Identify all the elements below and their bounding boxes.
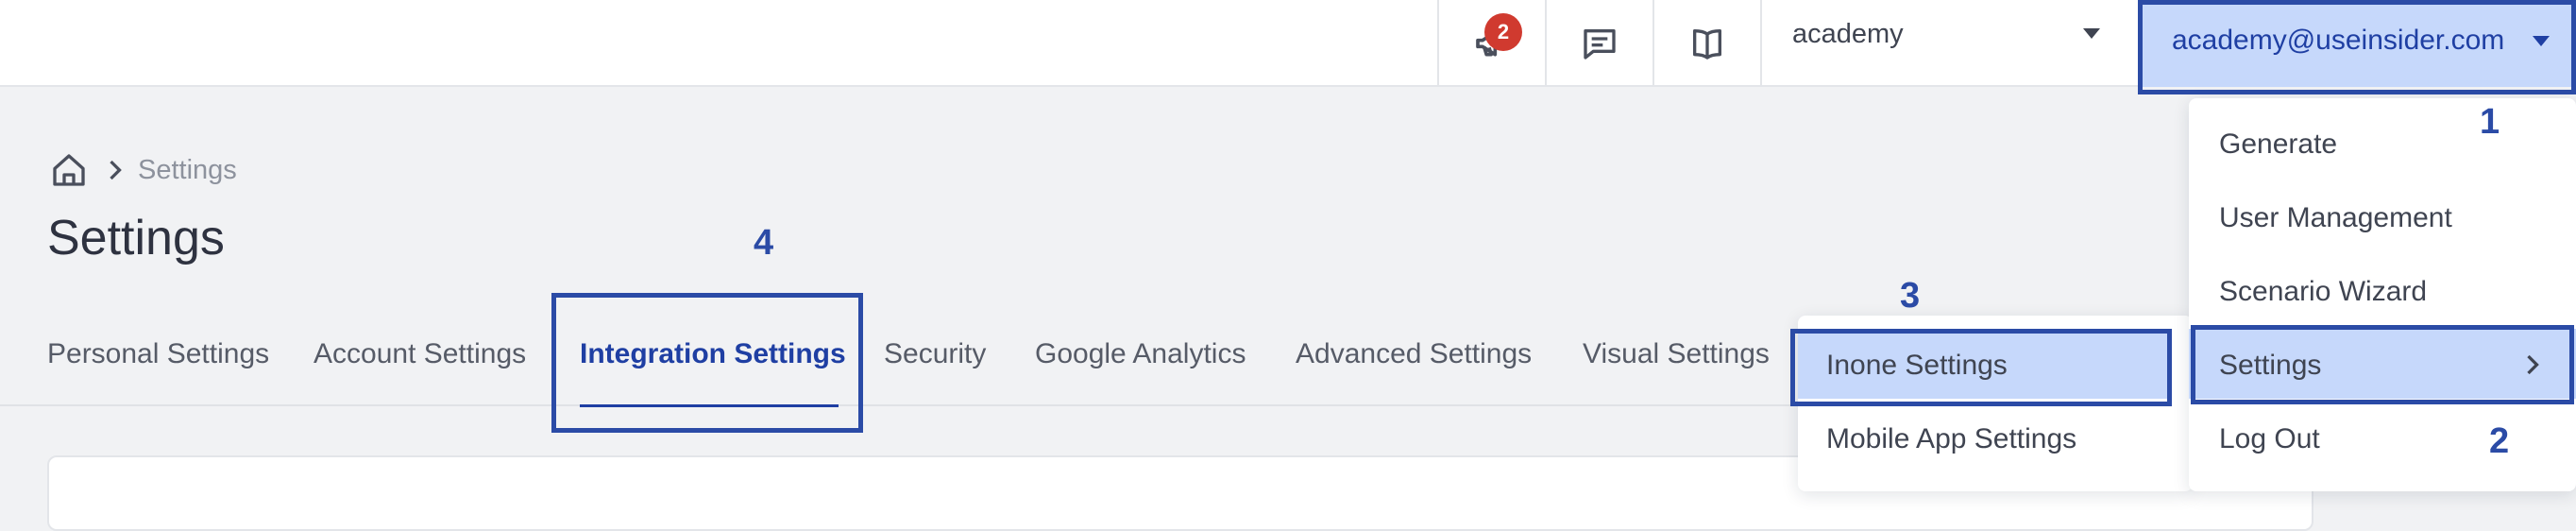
tab-google-analytics[interactable]: Google Analytics [1035, 338, 1246, 370]
tab-advanced-settings[interactable]: Advanced Settings [1296, 338, 1532, 370]
tab-personal-settings[interactable]: Personal Settings [47, 338, 269, 370]
chevron-down-icon [2533, 36, 2550, 46]
active-tab-indicator [580, 404, 839, 407]
book-icon [1693, 28, 1721, 60]
submenu-item-label: Inone Settings [1826, 350, 2008, 381]
page-title: Settings [47, 211, 225, 266]
chat-icon [1584, 28, 1616, 60]
menu-item-scenario-wizard[interactable]: Scenario Wizard [2219, 276, 2427, 308]
chevron-down-icon [2083, 28, 2100, 39]
annotation-number-3: 3 [1900, 276, 1921, 316]
home-icon[interactable] [49, 151, 89, 189]
menu-item-user-management[interactable]: User Management [2219, 202, 2452, 234]
submenu-item-mobile-app-settings[interactable]: Mobile App Settings [1826, 423, 2076, 455]
tab-integration-settings[interactable]: Integration Settings [580, 338, 846, 370]
documentation-button[interactable] [1652, 0, 1760, 87]
annotation-number-4: 4 [754, 223, 774, 263]
user-dropdown-menu: Generate User Management Scenario Wizard… [2189, 98, 2576, 491]
menu-item-log-out[interactable]: Log Out [2219, 423, 2320, 455]
menu-item-generate[interactable]: Generate [2219, 128, 2337, 161]
notification-badge: 2 [1484, 13, 1522, 51]
user-email: academy@useinsider.com [2172, 25, 2505, 56]
menu-item-settings-label: Settings [2219, 350, 2322, 381]
account-select-value: academy [1792, 19, 1904, 49]
tab-account-settings[interactable]: Account Settings [314, 338, 526, 370]
annotation-number-1: 1 [2480, 102, 2500, 142]
account-select[interactable]: academy [1760, 0, 2138, 87]
chevron-right-icon [2527, 354, 2539, 375]
tab-security[interactable]: Security [884, 338, 986, 370]
chevron-right-icon [110, 160, 122, 180]
annotation-number-2: 2 [2489, 421, 2510, 461]
settings-submenu: Inone Settings Mobile App Settings [1798, 316, 2193, 491]
tab-visual-settings[interactable]: Visual Settings [1583, 338, 1770, 370]
user-menu-button[interactable]: academy@useinsider.com [2138, 0, 2576, 87]
messages-button[interactable] [1545, 0, 1652, 87]
breadcrumb-current: Settings [138, 155, 237, 185]
top-bar: academy academy@useinsider.com [0, 0, 2576, 87]
